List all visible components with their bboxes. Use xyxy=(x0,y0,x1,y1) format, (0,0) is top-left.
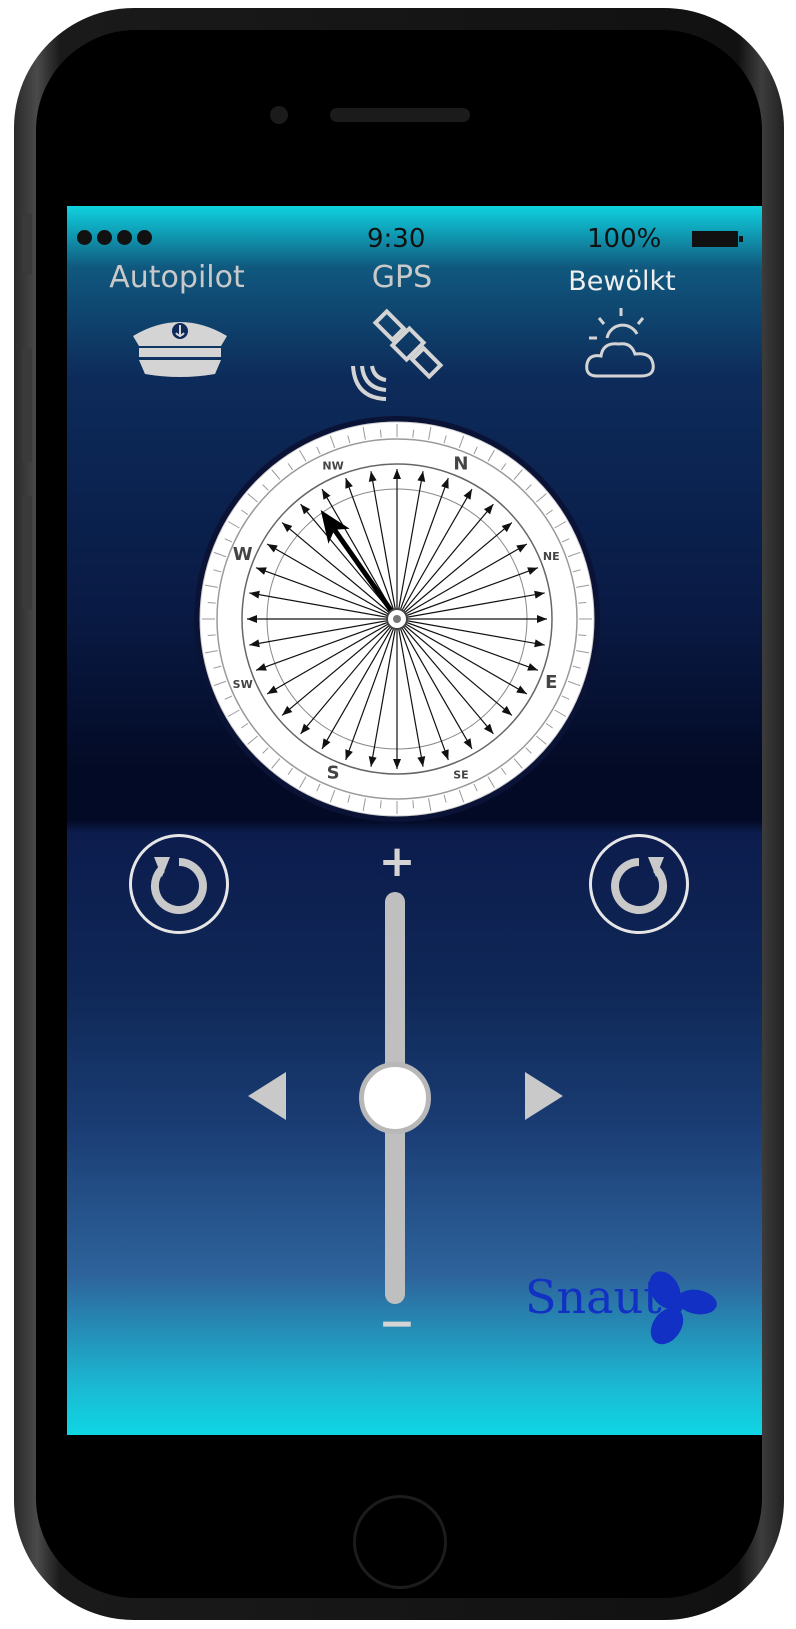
home-button[interactable] xyxy=(353,1495,447,1589)
compass-label-n: N xyxy=(453,454,468,475)
battery-percent: 100% xyxy=(587,224,662,254)
gps-label: GPS xyxy=(371,260,433,295)
compass-label-s: S xyxy=(327,762,340,783)
compass-tick xyxy=(207,634,216,637)
steer-right-arrow[interactable] xyxy=(525,1072,563,1120)
compass-label-w: W xyxy=(233,544,253,565)
compass-rose[interactable]: N NE E SE S SW W NW xyxy=(192,414,602,824)
compass-tick xyxy=(207,601,216,604)
earpiece-speaker xyxy=(330,108,470,122)
autopilot-label: Autopilot xyxy=(109,260,245,295)
compass-tick xyxy=(412,800,415,809)
compass-tick xyxy=(379,429,382,438)
compass-label-nw: NW xyxy=(322,460,343,473)
propeller-logo-icon xyxy=(649,1271,717,1345)
status-time: 9:30 xyxy=(367,224,426,254)
captain-hat-icon[interactable] xyxy=(125,314,235,380)
compass-tick xyxy=(578,634,587,637)
rotate-right-icon xyxy=(611,857,668,914)
compass-tick xyxy=(379,800,382,809)
rotate-left-button[interactable] xyxy=(129,834,229,934)
signal-dots xyxy=(77,230,157,249)
compass-tick xyxy=(412,429,415,438)
volume-up-button xyxy=(22,348,32,463)
compass-tick xyxy=(578,601,587,604)
rotate-right-button[interactable] xyxy=(589,834,689,934)
compass-label-ne: NE xyxy=(543,550,560,563)
steer-left-arrow[interactable] xyxy=(248,1072,286,1120)
compass-label-sw: SW xyxy=(233,678,253,691)
front-camera xyxy=(270,106,288,124)
compass-label-se: SE xyxy=(453,768,468,781)
throttle-slider-thumb[interactable] xyxy=(359,1062,431,1134)
increase-button[interactable]: + xyxy=(372,836,422,887)
partly-cloudy-icon xyxy=(585,308,655,378)
mute-switch xyxy=(22,213,32,275)
volume-down-button xyxy=(22,495,32,610)
app-screen: 9:30 100% Autopilot GPS Bewölkt N NE E S… xyxy=(67,206,762,1435)
decrease-button[interactable]: − xyxy=(372,1298,422,1349)
satellite-icon[interactable] xyxy=(350,302,450,402)
compass-label-e: E xyxy=(545,672,557,693)
weather-label: Bewölkt xyxy=(568,266,676,297)
battery-icon xyxy=(692,231,743,247)
rotate-left-icon xyxy=(150,857,207,914)
